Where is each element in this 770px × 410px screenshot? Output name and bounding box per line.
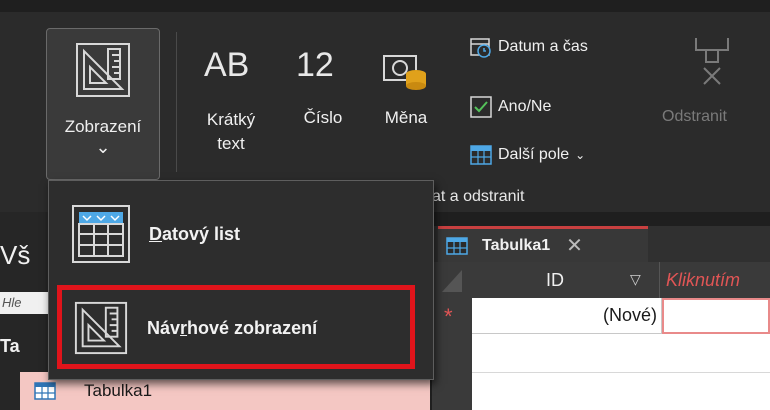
delete-column-icon	[695, 38, 729, 85]
new-record-marker: *	[444, 304, 453, 329]
delete-button[interactable]: Odstranit	[662, 36, 762, 136]
datasheet-label: atový list	[162, 223, 241, 244]
date-time-button[interactable]: Datum a čas	[470, 36, 588, 58]
delete-label: Odstranit	[662, 108, 727, 125]
title-bar-strip	[0, 0, 770, 12]
number-icon: 12	[296, 46, 334, 84]
select-all-icon	[442, 270, 462, 292]
nav-item-label: Tabulka1	[84, 381, 153, 400]
table-icon	[470, 145, 492, 165]
nav-pane-title[interactable]: Vš	[0, 240, 30, 271]
number-button[interactable]: 12 Číslo	[290, 46, 360, 136]
datasheet-view-icon	[72, 205, 130, 263]
view-button-label: Zobrazení	[64, 117, 142, 136]
short-text-icon: AB	[204, 46, 250, 84]
tab-label: Tabulka1	[482, 236, 551, 254]
short-text-button[interactable]: AB Krátký text	[196, 46, 276, 166]
chevron-down-icon: ⌄	[575, 148, 586, 162]
table-icon	[34, 382, 56, 400]
cell-id-value: (Nové)	[602, 305, 657, 325]
new-record-selector[interactable]: *	[432, 298, 472, 334]
more-fields-label: Další pole	[498, 146, 570, 163]
sort-dropdown-icon[interactable]: ▽	[630, 271, 641, 288]
highlight-box	[57, 285, 415, 369]
nav-section-header[interactable]: Ta	[0, 336, 20, 357]
checkbox-icon	[470, 96, 492, 118]
date-time-label: Datum a čas	[498, 38, 588, 55]
design-view-icon	[76, 43, 130, 97]
view-dropdown-menu: Datový list Návrhové zobrazení	[48, 180, 434, 380]
ribbon-separator	[176, 32, 177, 172]
currency-icon	[383, 55, 426, 90]
ribbon-group-label: at a odstranit	[432, 188, 525, 205]
column-header-add-label: Kliknutím	[666, 270, 741, 290]
cell-id-new[interactable]: (Nové)	[472, 298, 662, 334]
short-text-label: Krátký text	[206, 110, 256, 153]
calendar-clock-icon	[470, 38, 491, 58]
table-icon	[446, 236, 468, 255]
tab-tabulka1[interactable]: Tabulka1 ✕	[438, 226, 648, 262]
yes-no-button[interactable]: Ano/Ne	[470, 96, 551, 118]
yes-no-label: Ano/Ne	[498, 98, 552, 115]
close-icon[interactable]: ✕	[566, 233, 583, 258]
chevron-down-icon: ⌄	[95, 137, 111, 157]
datasheet-accesskey: D	[149, 223, 162, 244]
column-header-id[interactable]: ID ▽	[472, 262, 660, 298]
select-all-corner[interactable]	[432, 262, 472, 298]
column-header-add[interactable]: Kliknutím	[662, 262, 770, 298]
grid-line	[472, 372, 770, 373]
number-label: Číslo	[303, 108, 343, 127]
column-header-label: ID	[546, 270, 564, 290]
view-button[interactable]: Zobrazení ⌄	[46, 28, 160, 180]
menu-item-datasheet-view[interactable]: Datový list	[49, 189, 433, 279]
cell-new-field[interactable]	[662, 298, 770, 334]
more-fields-button[interactable]: Další pole ⌄	[470, 144, 585, 166]
nav-search-input[interactable]: Hle	[0, 292, 52, 314]
currency-button[interactable]: Měna	[372, 46, 452, 136]
currency-label: Měna	[384, 108, 428, 127]
